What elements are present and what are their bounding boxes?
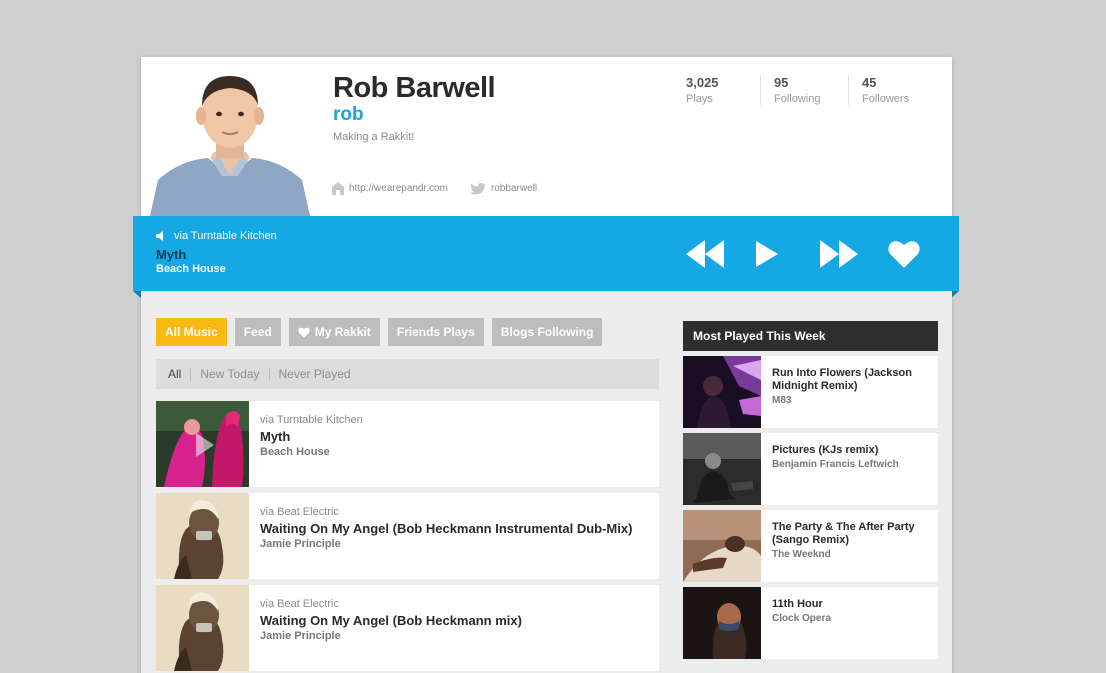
track-artwork[interactable]: [156, 493, 249, 579]
tab-blogs-following[interactable]: Blogs Following: [491, 318, 603, 346]
most-played-item[interactable]: Pictures (KJs remix) Benjamin Francis Le…: [683, 433, 938, 505]
most-played-item[interactable]: 11th Hour Clock Opera: [683, 587, 938, 659]
most-played-title[interactable]: Run Into Flowers (Jackson Midnight Remix…: [772, 367, 932, 393]
fast-forward-button[interactable]: [819, 238, 859, 270]
tab-label: My Rakkit: [314, 325, 371, 339]
tab-feed[interactable]: Feed: [234, 318, 281, 346]
track-row[interactable]: via Beat Electric Waiting On My Angel (B…: [156, 493, 659, 579]
most-played-artwork[interactable]: [683, 433, 761, 505]
stat-value: 45: [862, 75, 877, 90]
player-track-artist[interactable]: Beach House: [156, 263, 226, 275]
most-played-title[interactable]: Pictures (KJs remix): [772, 444, 932, 457]
stat-label: Followers: [862, 93, 910, 105]
play-icon: [756, 241, 778, 267]
profile-name: Rob Barwell: [333, 72, 496, 104]
most-played-header: Most Played This Week: [683, 321, 938, 351]
stat-followers[interactable]: 45 Followers: [862, 75, 937, 105]
stat-label: Following: [774, 93, 821, 105]
track-artwork[interactable]: [156, 401, 249, 487]
tab-label: Feed: [243, 325, 272, 339]
tab-my-rakkit[interactable]: My Rakkit: [288, 318, 380, 346]
tab-label: Blogs Following: [500, 325, 594, 339]
player-track-title[interactable]: Myth: [156, 247, 186, 262]
filter-bar: All New Today Never Played: [156, 359, 659, 389]
track-title[interactable]: Waiting On My Angel (Bob Heckmann mix): [260, 613, 522, 628]
main-content: All Music Feed My Rakkit Friends Plays B…: [141, 291, 952, 673]
track-artist[interactable]: Jamie Principle: [260, 630, 341, 642]
most-played-artist[interactable]: Benjamin Francis Leftwich: [772, 458, 932, 471]
filter-never-played[interactable]: Never Played: [268, 367, 360, 381]
track-artist[interactable]: Beach House: [260, 446, 330, 458]
stat-value: 3,025: [686, 75, 719, 90]
tab-friends-plays[interactable]: Friends Plays: [387, 318, 484, 346]
twitter-bird-icon: [469, 182, 486, 194]
heart-icon: [888, 241, 920, 268]
track-source: via Beat Electric: [260, 598, 339, 610]
track-source: via Beat Electric: [260, 506, 339, 518]
twitter-handle: robbarwell: [490, 183, 538, 194]
track-artist[interactable]: Jamie Principle: [260, 538, 341, 550]
most-played-artwork[interactable]: [683, 587, 761, 659]
track-row[interactable]: via Turntable Kitchen Myth Beach House: [156, 401, 659, 487]
twitter-link[interactable]: robbarwell: [469, 182, 538, 195]
player-source: via Turntable Kitchen: [156, 230, 277, 242]
most-played-artist[interactable]: M83: [772, 394, 932, 407]
play-button[interactable]: [755, 238, 779, 270]
rewind-button[interactable]: [685, 238, 725, 270]
stat-plays[interactable]: 3,025 Plays: [686, 75, 761, 105]
profile-links: http://wearepandr.com robbarwell: [332, 182, 559, 195]
most-played-text: Run Into Flowers (Jackson Midnight Remix…: [772, 367, 932, 407]
tab-label: All Music: [165, 325, 218, 339]
track-artwork[interactable]: [156, 585, 249, 671]
most-played-artist[interactable]: The Weeknd: [772, 548, 932, 561]
profile-stats: 3,025 Plays 95 Following 45 Followers: [686, 75, 937, 105]
player-controls: [685, 238, 921, 270]
most-played-artwork[interactable]: [683, 356, 761, 428]
track-title[interactable]: Waiting On My Angel (Bob Heckmann Instru…: [260, 521, 632, 536]
tab-label: Friends Plays: [396, 325, 475, 339]
filter-new-today[interactable]: New Today: [190, 367, 268, 381]
favorite-button[interactable]: [887, 238, 921, 270]
music-tabs: All Music Feed My Rakkit Friends Plays B…: [156, 318, 610, 346]
most-played-text: 11th Hour Clock Opera: [772, 598, 932, 625]
most-played-panel: Most Played This Week Run Into Flowers (…: [683, 321, 938, 659]
most-played-artwork[interactable]: [683, 510, 761, 582]
most-played-artist[interactable]: Clock Opera: [772, 612, 932, 625]
most-played-item[interactable]: Run Into Flowers (Jackson Midnight Remix…: [683, 356, 938, 428]
filter-all[interactable]: All: [168, 367, 190, 381]
most-played-text: The Party & The After Party (Sango Remix…: [772, 521, 932, 561]
stat-following[interactable]: 95 Following: [774, 75, 849, 105]
profile-bio: Making a Rakkit!: [333, 131, 415, 143]
profile-header: Rob Barwell rob Making a Rakkit! http://…: [141, 57, 952, 216]
website-link[interactable]: http://wearepandr.com: [332, 182, 448, 195]
avatar[interactable]: [150, 72, 310, 216]
most-played-item[interactable]: The Party & The After Party (Sango Remix…: [683, 510, 938, 582]
website-text: http://wearepandr.com: [349, 183, 448, 194]
fast-forward-icon: [820, 240, 858, 268]
profile-username[interactable]: rob: [333, 104, 364, 126]
player-source-text: via Turntable Kitchen: [174, 230, 277, 242]
home-icon: [332, 182, 344, 195]
track-row[interactable]: via Beat Electric Waiting On My Angel (B…: [156, 585, 659, 671]
now-playing-bar: via Turntable Kitchen Myth Beach House: [133, 216, 959, 298]
tab-all-music[interactable]: All Music: [156, 318, 227, 346]
track-source: via Turntable Kitchen: [260, 414, 363, 426]
heart-icon: [297, 327, 310, 338]
stat-label: Plays: [686, 93, 713, 105]
track-title[interactable]: Myth: [260, 429, 290, 444]
speaker-icon: [156, 231, 163, 241]
most-played-title[interactable]: The Party & The After Party (Sango Remix…: [772, 521, 932, 547]
most-played-text: Pictures (KJs remix) Benjamin Francis Le…: [772, 444, 932, 471]
stat-value: 95: [774, 75, 789, 90]
rewind-icon: [686, 240, 724, 268]
most-played-title[interactable]: 11th Hour: [772, 598, 932, 611]
